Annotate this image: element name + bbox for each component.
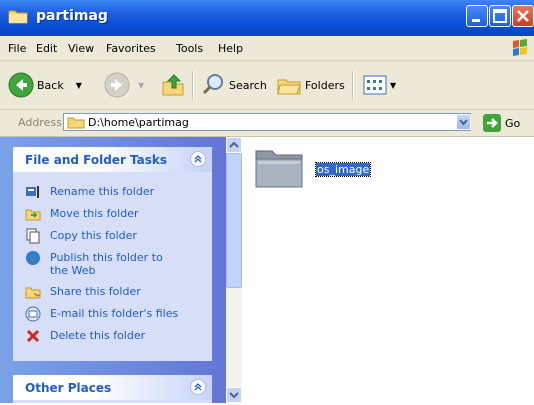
windows-logo-icon: [506, 37, 534, 59]
task-label: Share this folder: [50, 285, 141, 298]
email-icon: [25, 306, 41, 322]
toolbar: Back ▼ ▼ Search Folders ▼: [0, 61, 534, 110]
collapse-chevron-icon[interactable]: [190, 379, 206, 395]
back-dropdown-icon[interactable]: ▼: [76, 81, 82, 90]
panel-title: Other Places: [25, 381, 112, 395]
address-dropdown-button[interactable]: [456, 114, 471, 130]
folder-icon: [8, 10, 28, 24]
views-dropdown-icon[interactable]: ▼: [390, 81, 396, 90]
chevron-down-icon: [459, 119, 468, 126]
task-publish-folder[interactable]: Publish this folder to the Web: [13, 247, 212, 281]
window-title: partimag: [36, 8, 108, 24]
go-arrow-icon: [483, 114, 501, 132]
minimize-button[interactable]: [466, 5, 488, 27]
task-label: Move this folder: [50, 207, 139, 220]
chevron-up-icon: [229, 141, 239, 148]
search-label: Search: [229, 78, 267, 92]
back-button[interactable]: Back ▼: [8, 69, 82, 101]
address-path: D:\home\partimag: [88, 116, 189, 129]
task-label: Delete this folder: [50, 329, 146, 342]
views-icon: [363, 75, 387, 95]
share-icon: [25, 287, 41, 299]
maximize-button[interactable]: [489, 5, 511, 27]
task-move-folder[interactable]: Move this folder: [13, 203, 212, 225]
scroll-down-button[interactable]: [226, 387, 242, 403]
file-folder-tasks-panel: File and Folder Tasks Rename this folder…: [13, 147, 212, 361]
back-arrow-icon: [8, 72, 34, 98]
rename-icon: [26, 186, 39, 198]
copy-icon: [26, 228, 40, 244]
folder-content-area[interactable]: os_image: [242, 137, 534, 403]
forward-arrow-icon: [104, 72, 130, 98]
folder-icon: [255, 150, 303, 188]
address-label: Address: [18, 116, 62, 129]
task-label: Rename this folder: [50, 185, 155, 198]
go-label: Go: [505, 116, 521, 130]
task-delete-folder[interactable]: Delete this folder: [13, 325, 212, 347]
up-folder-icon: [162, 74, 184, 96]
up-folder-button[interactable]: [160, 69, 186, 101]
collapse-chevron-icon[interactable]: [190, 151, 206, 167]
chevron-down-icon: [229, 392, 239, 399]
menu-favorites[interactable]: Favorites: [106, 42, 156, 55]
task-label: E-mail this folder's files: [50, 307, 179, 320]
folders-button[interactable]: Folders: [276, 69, 345, 101]
forward-button[interactable]: ▼: [104, 69, 144, 101]
task-email-files[interactable]: E-mail this folder's files: [13, 303, 212, 325]
task-rename-folder[interactable]: Rename this folder: [13, 181, 212, 203]
folders-icon: [277, 79, 301, 95]
search-button[interactable]: Search: [200, 69, 267, 101]
scroll-up-button[interactable]: [226, 137, 242, 153]
globe-icon: [26, 251, 40, 265]
views-button[interactable]: ▼: [362, 69, 396, 101]
forward-dropdown-icon[interactable]: ▼: [138, 81, 144, 90]
task-label: Copy this folder: [50, 229, 137, 242]
search-icon: [202, 74, 223, 95]
panel-title: File and Folder Tasks: [25, 153, 168, 167]
go-button[interactable]: Go: [483, 114, 520, 132]
scroll-thumb[interactable]: [226, 153, 242, 288]
folder-icon: [67, 117, 85, 129]
task-pane-scrollbar[interactable]: [226, 137, 242, 403]
folder-item[interactable]: os_image: [252, 145, 372, 194]
toolbar-separator: [192, 71, 194, 99]
menu-edit[interactable]: Edit: [36, 42, 57, 55]
task-copy-folder[interactable]: Copy this folder: [13, 225, 212, 247]
menu-help[interactable]: Help: [218, 42, 243, 55]
folder-name: os_image: [314, 162, 372, 177]
move-icon: [25, 209, 41, 221]
title-bar: partimag: [0, 0, 534, 36]
task-label: Publish this folder to the Web: [50, 251, 163, 277]
toolbar-separator: [352, 71, 354, 99]
close-button[interactable]: [512, 5, 534, 27]
address-bar: Address D:\home\partimag Go: [0, 110, 534, 137]
menu-tools[interactable]: Tools: [176, 42, 203, 55]
other-places-panel: Other Places: [13, 375, 212, 403]
folders-label: Folders: [305, 78, 345, 92]
delete-icon: [26, 329, 40, 343]
address-input[interactable]: D:\home\partimag: [63, 113, 471, 131]
menu-view[interactable]: View: [68, 42, 94, 55]
menu-bar: File Edit View Favorites Tools Help: [0, 36, 534, 61]
panel-header[interactable]: File and Folder Tasks: [13, 147, 212, 172]
menu-file[interactable]: File: [8, 42, 26, 55]
back-label: Back: [37, 78, 64, 92]
panel-header[interactable]: Other Places: [13, 375, 212, 400]
task-pane: File and Folder Tasks Rename this folder…: [0, 137, 226, 403]
task-share-folder[interactable]: Share this folder: [13, 281, 212, 303]
